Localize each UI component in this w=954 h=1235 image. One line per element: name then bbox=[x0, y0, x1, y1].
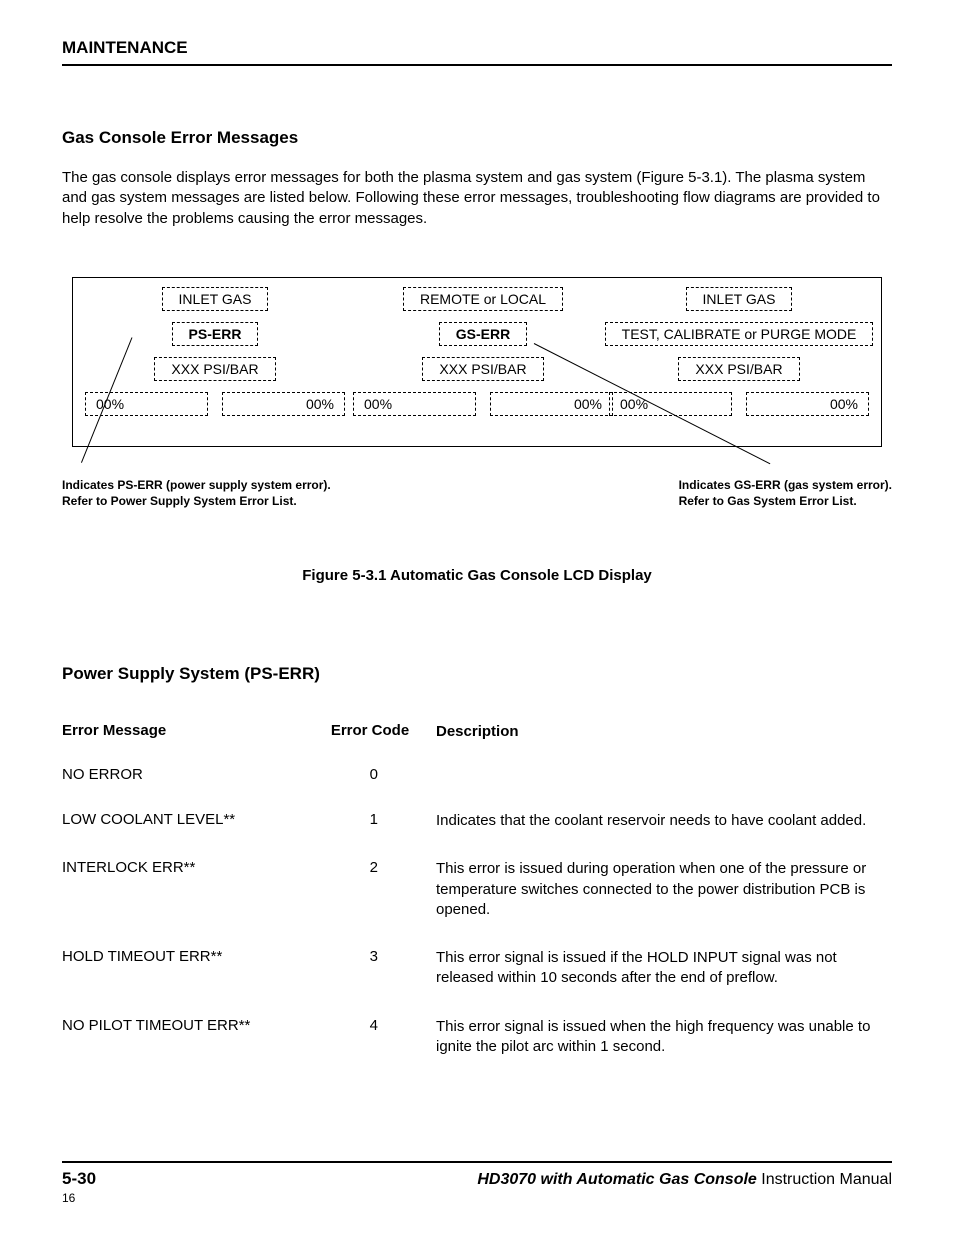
error-table: Error Message Error Code Description NO … bbox=[62, 722, 892, 1057]
cell-desc: Indicates that the coolant reservoir nee… bbox=[424, 811, 892, 831]
diagram-cell: TEST, CALIBRATE or PURGE MODE bbox=[605, 322, 874, 346]
diagram-cell: 00% bbox=[222, 392, 345, 416]
page-header-title: MAINTENANCE bbox=[62, 38, 892, 58]
col-header-code: Error Code bbox=[316, 722, 424, 739]
diagram-cell: INLET GAS bbox=[686, 287, 793, 311]
callout-line: Refer to Gas System Error List. bbox=[679, 493, 892, 509]
footer-manual-title: HD3070 with Automatic Gas Console Instru… bbox=[477, 1171, 892, 1189]
table-row: NO PILOT TIMEOUT ERR** 4 This error sign… bbox=[62, 1017, 892, 1058]
figure-caption: Figure 5-3.1 Automatic Gas Console LCD D… bbox=[62, 567, 892, 584]
diagram-cell-ps-err: PS-ERR bbox=[172, 322, 259, 346]
callout-line: Refer to Power Supply System Error List. bbox=[62, 493, 331, 509]
table-row: HOLD TIMEOUT ERR** 3 This error signal i… bbox=[62, 948, 892, 989]
callout-line: Indicates PS-ERR (power supply system er… bbox=[62, 477, 331, 493]
cell-code: 4 bbox=[316, 1017, 424, 1034]
sub-page-number: 16 bbox=[62, 1191, 892, 1205]
lcd-diagram: INLET GAS PS-ERR XXX PSI/BAR 00% 00% REM… bbox=[62, 277, 892, 507]
page-footer: 5-30 HD3070 with Automatic Gas Console I… bbox=[62, 1161, 892, 1205]
diagram-col-2: REMOTE or LOCAL GS-ERR XXX PSI/BAR 00% 0… bbox=[353, 287, 613, 416]
diagram-cell: REMOTE or LOCAL bbox=[403, 287, 563, 311]
table-row: LOW COOLANT LEVEL** 1 Indicates that the… bbox=[62, 811, 892, 831]
cell-message: LOW COOLANT LEVEL** bbox=[62, 811, 316, 828]
col-header-message: Error Message bbox=[62, 722, 316, 739]
cell-desc: This error is issued during operation wh… bbox=[424, 859, 892, 920]
page-number: 5-30 bbox=[62, 1169, 96, 1189]
callout-ps-err: Indicates PS-ERR (power supply system er… bbox=[62, 477, 331, 509]
diagram-frame: INLET GAS PS-ERR XXX PSI/BAR 00% 00% REM… bbox=[72, 277, 882, 447]
cell-code: 0 bbox=[316, 766, 424, 783]
cell-message: HOLD TIMEOUT ERR** bbox=[62, 948, 316, 965]
footer-rule bbox=[62, 1161, 892, 1163]
diagram-cell: XXX PSI/BAR bbox=[154, 357, 275, 381]
diagram-cell: XXX PSI/BAR bbox=[678, 357, 799, 381]
diagram-col-1: INLET GAS PS-ERR XXX PSI/BAR 00% 00% bbox=[85, 287, 345, 416]
table-header-row: Error Message Error Code Description bbox=[62, 722, 892, 742]
diagram-cell: 00% bbox=[746, 392, 869, 416]
section-heading-ps-err: Power Supply System (PS-ERR) bbox=[62, 664, 892, 684]
callout-gs-err: Indicates GS-ERR (gas system error). Ref… bbox=[679, 477, 892, 509]
table-row: INTERLOCK ERR** 2 This error is issued d… bbox=[62, 859, 892, 920]
footer-machine-name: HD3070 with Automatic Gas Console bbox=[477, 1171, 756, 1188]
diagram-cell: 00% bbox=[353, 392, 476, 416]
cell-code: 2 bbox=[316, 859, 424, 876]
section-heading-gas-console: Gas Console Error Messages bbox=[62, 128, 892, 148]
header-rule bbox=[62, 64, 892, 66]
callout-line: Indicates GS-ERR (gas system error). bbox=[679, 477, 892, 493]
diagram-cell: XXX PSI/BAR bbox=[422, 357, 543, 381]
col-header-desc: Description bbox=[424, 722, 892, 742]
cell-message: NO ERROR bbox=[62, 766, 316, 783]
diagram-col-3: INLET GAS TEST, CALIBRATE or PURGE MODE … bbox=[609, 287, 869, 416]
table-row: NO ERROR 0 bbox=[62, 766, 892, 783]
cell-desc: This error signal is issued when the hig… bbox=[424, 1017, 892, 1058]
diagram-cell: INLET GAS bbox=[162, 287, 269, 311]
cell-desc: This error signal is issued if the HOLD … bbox=[424, 948, 892, 989]
cell-code: 1 bbox=[316, 811, 424, 828]
diagram-cell: 00% bbox=[490, 392, 613, 416]
section-body-text: The gas console displays error messages … bbox=[62, 168, 892, 229]
cell-code: 3 bbox=[316, 948, 424, 965]
cell-message: NO PILOT TIMEOUT ERR** bbox=[62, 1017, 316, 1034]
diagram-cell-gs-err: GS-ERR bbox=[439, 322, 527, 346]
cell-message: INTERLOCK ERR** bbox=[62, 859, 316, 876]
footer-manual-label: Instruction Manual bbox=[757, 1171, 892, 1188]
